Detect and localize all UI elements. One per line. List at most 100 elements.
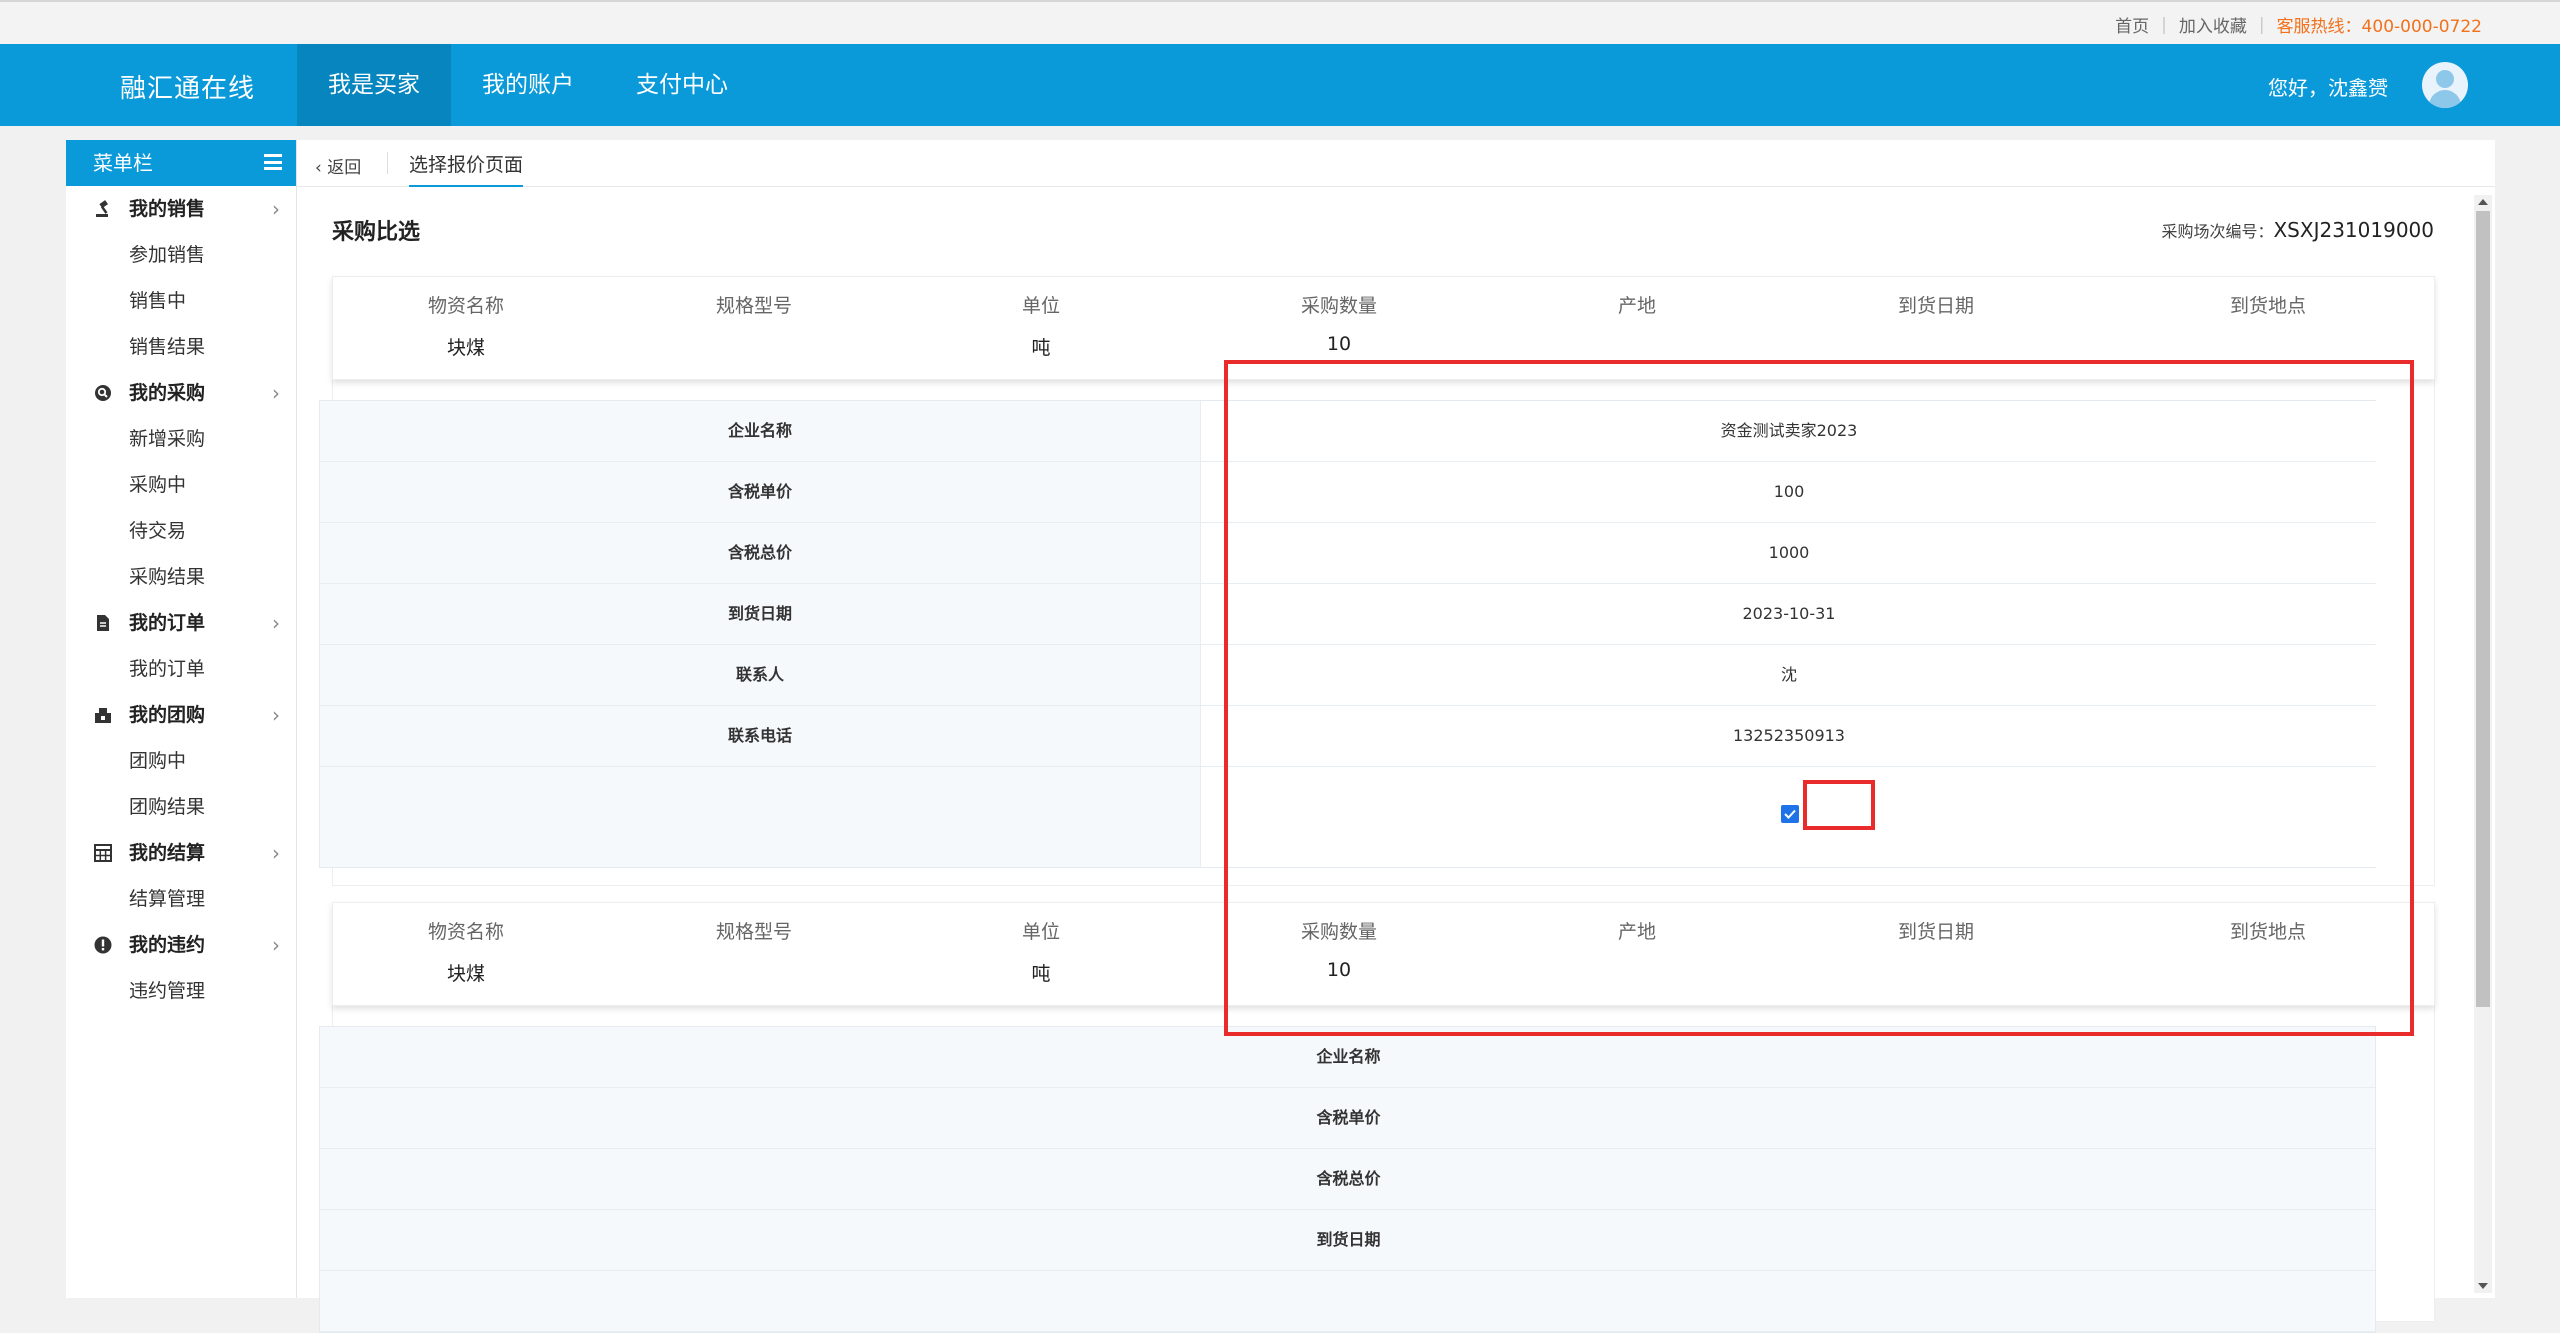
sidebar-item-settlement-mgmt[interactable]: 结算管理	[66, 876, 296, 922]
sidebar-item-new-purchase[interactable]: 新增采购	[66, 416, 296, 462]
quote-table: 企业名称 含税单价 含税总价 到货日期	[319, 1026, 2376, 1333]
separator: |	[2258, 14, 2265, 35]
row-label: 含税总价	[1316, 1169, 1381, 1188]
item-name: 块煤	[446, 337, 486, 359]
avatar-body	[2429, 90, 2461, 108]
nav-tab-payment[interactable]: 支付中心	[605, 44, 759, 126]
sidebar-item-join-sales[interactable]: 参加销售	[66, 232, 296, 278]
chevron-right-icon: ›	[272, 611, 280, 635]
sidebar-group-label: 我的违约	[129, 934, 206, 956]
row-label: 联系人	[735, 665, 784, 684]
chevron-right-icon: ›	[272, 841, 280, 865]
sidebar-group-orders[interactable]: 我的订单 ›	[66, 600, 296, 646]
main-nav: 我是买家 我的账户 支付中心	[297, 44, 759, 126]
col-unit: 单位	[1021, 295, 1061, 317]
sidebar-item-purchase-result[interactable]: 采购结果	[66, 554, 296, 600]
sidebar-item-my-orders[interactable]: 我的订单	[66, 646, 296, 692]
warning-icon	[94, 936, 112, 954]
sidebar-group-purchase[interactable]: 我的采购 ›	[66, 370, 296, 416]
chevron-left-icon: ‹	[315, 158, 328, 178]
sidebar-item-pending-trade[interactable]: 待交易	[66, 508, 296, 554]
divider	[387, 152, 388, 174]
tab-select-quote-page[interactable]: 选择报价页面	[409, 150, 524, 187]
row-label	[320, 767, 1200, 867]
col-name: 物资名称	[427, 921, 505, 943]
row-label: 企业名称	[727, 421, 792, 440]
chevron-right-icon: ›	[272, 197, 280, 221]
sidebar-group-label: 我的订单	[129, 612, 206, 634]
user-greeting[interactable]: 您好，沈鑫赟	[2268, 72, 2388, 101]
calculator-icon	[94, 844, 112, 862]
sidebar-item-purchasing[interactable]: 采购中	[66, 462, 296, 508]
row-label: 到货日期	[727, 604, 792, 623]
sidebar-item-default-mgmt[interactable]: 违约管理	[66, 968, 296, 1014]
col-date: 到货日期	[1897, 295, 1975, 317]
nav-tab-account[interactable]: 我的账户	[451, 44, 605, 126]
col-qty: 采购数量	[1300, 295, 1378, 317]
table-row: 含税单价	[320, 1088, 2375, 1149]
scrollbar-thumb[interactable]	[2476, 211, 2490, 1007]
col-spec: 规格型号	[715, 921, 793, 943]
col-unit: 单位	[1021, 921, 1061, 943]
favorite-link[interactable]: 加入收藏	[2179, 12, 2247, 37]
back-link[interactable]: ‹ 返回	[315, 153, 361, 178]
top-utility-bar: 首页 | 加入收藏 | 客服热线：400-000-0722	[0, 0, 2560, 44]
item-unit: 吨	[1031, 337, 1051, 359]
col-spec: 规格型号	[715, 295, 793, 317]
sidebar-group-sales[interactable]: 我的销售 ›	[66, 186, 296, 232]
sidebar-group-settlement[interactable]: 我的结算 ›	[66, 830, 296, 876]
sidebar-group-label: 我的团购	[129, 704, 206, 726]
item-qty: 10	[1326, 333, 1352, 355]
document-icon	[97, 615, 109, 631]
sidebar-title: 菜单栏	[93, 151, 153, 175]
row-label	[320, 1271, 2377, 1331]
chevron-right-icon: ›	[272, 381, 280, 405]
brand-logo[interactable]: 融汇通在线	[120, 68, 255, 105]
auction-icon	[96, 200, 108, 217]
serial-value: XSXJ231019000	[2273, 218, 2434, 242]
serial-label: 采购场次编号：	[2161, 222, 2274, 241]
item-unit: 吨	[1031, 963, 1051, 985]
item-name: 块煤	[446, 963, 486, 985]
group-icon	[95, 708, 111, 723]
nav-tab-buyer[interactable]: 我是买家	[297, 44, 451, 126]
user-avatar[interactable]	[2422, 62, 2468, 108]
quote-highlight-box	[1224, 360, 2414, 1036]
table-row: 到货日期	[320, 1210, 2375, 1271]
utility-links: 首页 | 加入收藏 | 客服热线：400-000-0722	[2115, 12, 2482, 38]
row-label: 含税总价	[727, 543, 792, 562]
sidebar-group-group-buy[interactable]: 我的团购 ›	[66, 692, 296, 738]
hamburger-menu-icon[interactable]	[264, 154, 282, 170]
scroll-up-arrow-icon[interactable]	[2478, 199, 2488, 205]
home-link[interactable]: 首页	[2115, 12, 2149, 37]
sidebar-group-label: 我的采购	[129, 382, 206, 404]
row-label: 企业名称	[1316, 1047, 1381, 1066]
checkbox-highlight-box	[1803, 780, 1875, 830]
sidebar-group-default[interactable]: 我的违约 ›	[66, 922, 296, 968]
sidebar-group-label: 我的销售	[129, 198, 206, 220]
sidebar-item-group-result[interactable]: 团购结果	[66, 784, 296, 830]
sidebar-item-sales-result[interactable]: 销售结果	[66, 324, 296, 370]
purchase-serial: 采购场次编号：XSXJ231019000	[2161, 218, 2434, 242]
item-header-row: 物资名称 规格型号 单位 采购数量 产地 到货日期 到货地点	[333, 291, 2434, 317]
sidebar-item-group-buying[interactable]: 团购中	[66, 738, 296, 784]
avatar-head	[2436, 70, 2454, 88]
table-row	[320, 1271, 2375, 1332]
chevron-right-icon: ›	[272, 933, 280, 957]
sidebar-group-label: 我的结算	[129, 842, 206, 864]
separator: |	[2161, 14, 2167, 35]
page-title: 采购比选	[332, 220, 421, 245]
col-place: 到货地点	[2229, 295, 2307, 317]
sidebar-item-selling[interactable]: 销售中	[66, 278, 296, 324]
scroll-down-arrow-icon[interactable]	[2478, 1283, 2488, 1289]
row-label: 到货日期	[1316, 1230, 1381, 1249]
vertical-scrollbar[interactable]	[2474, 195, 2492, 1293]
col-origin: 产地	[1617, 295, 1657, 317]
sidebar: 菜单栏 我的销售 › 参加销售 销售中 销售结果 我的采购 › 新增采购 采购中…	[66, 140, 297, 1298]
row-label: 含税单价	[727, 482, 792, 501]
sidebar-header: 菜单栏	[66, 140, 296, 186]
content-panel: ‹ 返回 选择报价页面 采购比选 采购场次编号：XSXJ231019000 物资…	[297, 140, 2495, 1333]
breadcrumb: ‹ 返回 选择报价页面	[297, 140, 2495, 187]
item-value-row: 块煤 吨 10	[333, 333, 2434, 359]
main-header: 融汇通在线 我是买家 我的账户 支付中心 您好，沈鑫赟	[0, 44, 2560, 126]
